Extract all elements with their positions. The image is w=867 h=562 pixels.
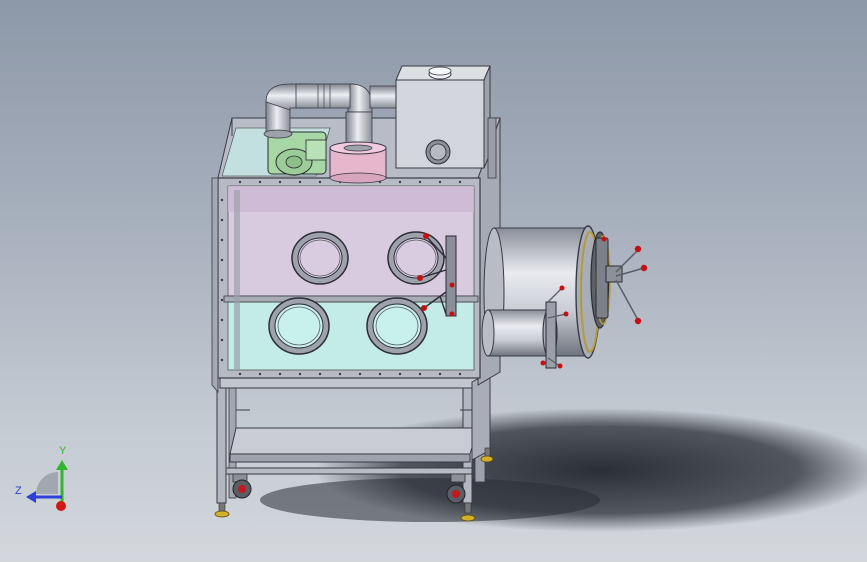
pipe-elbow-right xyxy=(347,83,373,113)
glovebox-model[interactable] xyxy=(0,0,867,562)
floor-shadow-inner xyxy=(260,478,600,522)
y-axis-label: Y xyxy=(59,445,67,457)
large-antechamber-door[interactable] xyxy=(590,231,648,329)
filter-canister xyxy=(329,141,387,184)
pipe-horizontal xyxy=(295,83,355,109)
glove-port-lower-left[interactable] xyxy=(268,297,330,355)
z-axis-label: Z xyxy=(15,485,22,497)
leveling-foot-left xyxy=(214,502,230,518)
glove-port-upper-right[interactable] xyxy=(387,231,445,285)
lower-glass-panel xyxy=(227,301,475,371)
purifier-box xyxy=(395,65,491,169)
glove-port-upper-left[interactable] xyxy=(291,231,349,285)
glove-port-lower-right[interactable] xyxy=(366,297,428,355)
orientation-triad xyxy=(26,460,68,511)
cad-viewport[interactable]: Y Z xyxy=(0,0,867,562)
caster-front-left xyxy=(232,473,252,499)
blower-motor xyxy=(267,131,327,176)
x-axis-dot xyxy=(56,501,66,511)
